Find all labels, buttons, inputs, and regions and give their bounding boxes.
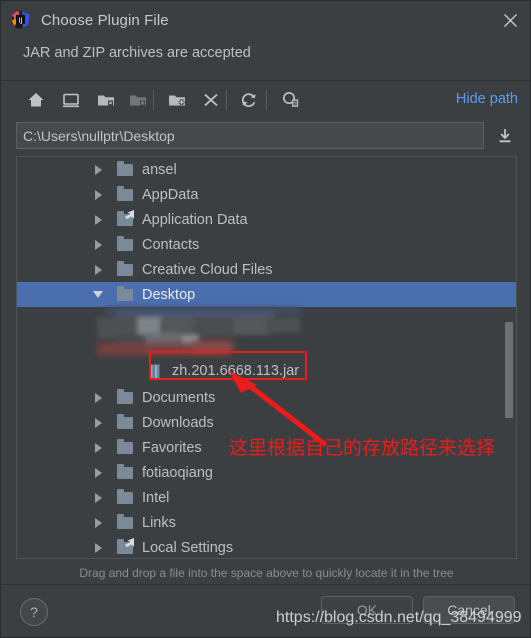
chevron-right-icon[interactable] [92, 491, 105, 504]
chevron-right-icon[interactable] [92, 416, 105, 429]
folder-shortcut-icon [117, 211, 134, 227]
chevron-right-icon[interactable] [92, 391, 105, 404]
folder-icon [117, 439, 134, 455]
tree-item-label: ansel [142, 161, 177, 178]
toolbar-separator [226, 90, 227, 110]
tree-item-label: Creative Cloud Files [142, 261, 273, 278]
tree-item-label: AppData [142, 186, 199, 203]
tree-item-label: Contacts [142, 236, 200, 253]
tree-item-label: Documents [142, 389, 216, 406]
chevron-down-icon[interactable] [92, 288, 105, 301]
chevron-right-icon[interactable] [92, 163, 105, 176]
choose-plugin-file-dialog: IJ Choose Plugin File JAR and ZIP archiv… [0, 0, 531, 638]
tree-row-contacts[interactable]: Contacts [17, 232, 516, 257]
tree-item-label: Intel [142, 489, 170, 506]
tree-item-label: Application Data [142, 211, 248, 228]
footer-divider [1, 584, 530, 585]
folder-icon [117, 514, 134, 530]
chevron-right-icon[interactable] [92, 238, 105, 251]
tree-row-favorites[interactable]: Favorites [17, 435, 516, 460]
tree-item-label: fotiaoqiang [142, 464, 213, 481]
header-divider [1, 80, 530, 81]
folder-icon [117, 464, 134, 480]
chevron-right-icon[interactable] [92, 466, 105, 479]
chevron-right-icon[interactable] [92, 188, 105, 201]
show-hidden-files-icon[interactable] [278, 87, 304, 113]
tree-row-appdata[interactable]: AppData [17, 182, 516, 207]
module-folder-icon[interactable] [125, 87, 151, 113]
cancel-button[interactable]: Cancel [423, 596, 515, 624]
home-icon[interactable] [23, 87, 49, 113]
chevron-right-icon[interactable] [92, 263, 105, 276]
tree-row-creative-cloud-files[interactable]: Creative Cloud Files [17, 257, 516, 282]
folder-shortcut-icon [117, 539, 134, 555]
tree-row-links[interactable]: Links [17, 510, 516, 535]
svg-text:IJ: IJ [18, 16, 22, 24]
folder-icon [117, 186, 134, 202]
tree-item-label: Links [142, 514, 176, 531]
chevron-right-icon[interactable] [92, 441, 105, 454]
tree-scrollbar-track[interactable] [504, 158, 515, 558]
toolbar-separator [266, 90, 267, 110]
tree-row-local-settings[interactable]: Local Settings [17, 535, 516, 558]
file-chooser-toolbar: Hide path [1, 83, 530, 117]
folder-icon [117, 414, 134, 430]
tree-item-label: Local Settings [142, 539, 234, 556]
redacted-tree-row [17, 307, 516, 357]
drag-drop-hint: Drag and drop a file into the space abov… [79, 566, 454, 580]
chevron-right-icon[interactable] [92, 541, 105, 554]
folder-icon [117, 236, 134, 252]
file-tree[interactable]: ansel AppData Application Data Contacts [16, 156, 517, 559]
folder-icon [117, 161, 134, 177]
tree-row-fotiaoqiang[interactable]: fotiaoqiang [17, 460, 516, 485]
chevron-right-icon[interactable] [92, 516, 105, 529]
blur-overlay [97, 307, 319, 355]
folder-icon [117, 389, 134, 405]
dialog-titlebar: IJ Choose Plugin File [1, 1, 530, 39]
tree-item-label: zh.201.6668.113.jar [172, 363, 300, 379]
refresh-icon[interactable] [236, 87, 262, 113]
project-folder-icon[interactable] [93, 87, 119, 113]
dialog-title: Choose Plugin File [41, 11, 169, 29]
close-icon[interactable] [500, 10, 520, 30]
intellij-idea-logo-icon: IJ [11, 10, 31, 30]
file-tree-list: ansel AppData Application Data Contacts [17, 157, 516, 558]
tree-row-plugin-jar[interactable]: zh.201.6668.113.jar [17, 357, 516, 385]
help-button[interactable]: ? [20, 598, 48, 626]
folder-icon [117, 261, 134, 277]
tree-item-label: Downloads [142, 414, 214, 431]
path-row [16, 122, 517, 149]
tree-row-downloads[interactable]: Downloads [17, 410, 516, 435]
tree-scrollbar-thumb[interactable] [505, 322, 513, 418]
toolbar-separator [153, 90, 154, 110]
chevron-right-icon[interactable] [92, 213, 105, 226]
tree-row-ansel[interactable]: ansel [17, 157, 516, 182]
tree-item-label: Desktop [142, 286, 196, 303]
tree-row-application-data[interactable]: Application Data [17, 207, 516, 232]
tree-row-desktop[interactable]: Desktop [17, 282, 516, 307]
tree-item-label: Favorites [142, 439, 202, 456]
new-folder-icon[interactable] [164, 87, 190, 113]
ok-button[interactable]: OK [321, 596, 413, 624]
desktop-icon[interactable] [58, 87, 84, 113]
download-icon[interactable] [493, 124, 517, 148]
folder-icon [117, 286, 134, 302]
hide-path-link[interactable]: Hide path [456, 91, 518, 107]
jar-file-icon [147, 363, 164, 379]
tree-row-documents[interactable]: Documents [17, 385, 516, 410]
dialog-subtitle: JAR and ZIP archives are accepted [23, 45, 251, 61]
path-input[interactable] [16, 122, 484, 149]
folder-icon [117, 489, 134, 505]
delete-icon[interactable] [198, 87, 224, 113]
tree-row-intel[interactable]: Intel [17, 485, 516, 510]
